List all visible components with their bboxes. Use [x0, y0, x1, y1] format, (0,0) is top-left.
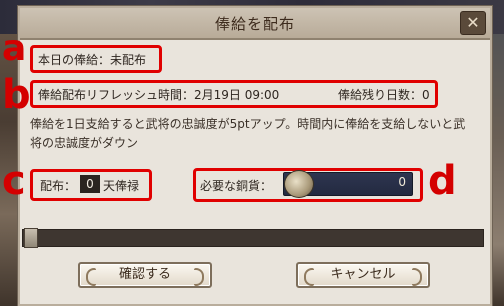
progress-track [22, 229, 484, 247]
coins-value: 0 [398, 175, 406, 189]
dialog-title: 俸給を配布 [214, 15, 295, 33]
today-label: 本日の俸給： [38, 53, 111, 67]
cancel-button[interactable]: キャンセル [296, 262, 430, 288]
confirm-button-label: 確認する [118, 267, 171, 282]
confirm-button[interactable]: 確認する [78, 262, 212, 288]
days-left-value: 0 [422, 88, 430, 102]
button-deco-left [86, 268, 96, 286]
today-status: 本日の俸給：未配布 [38, 51, 146, 68]
dialog-title-bar: 俸給を配布 ✕ [20, 8, 490, 40]
description-text: 俸給を1日支給すると武将の忠誠度が5ptアップ。時間内に俸給を支給しないと武将の… [30, 117, 466, 150]
progress-handle[interactable] [24, 228, 38, 248]
button-deco-left [304, 268, 314, 286]
cancel-button-label: キャンセル [330, 267, 396, 282]
button-deco-right [194, 268, 204, 286]
distribute-unit: 天俸禄 [103, 179, 140, 193]
refresh-time: 俸給配布リフレッシュ時間：2月19日 09:00 [38, 86, 279, 103]
distribute-label: 配布： [40, 179, 77, 193]
days-left-label: 俸給残り日数： [338, 88, 423, 102]
distribute-count-input[interactable]: 0 [80, 175, 100, 193]
refresh-time-label: 俸給配布リフレッシュ時間： [38, 88, 195, 102]
coins-label: 必要な銅貨： [200, 179, 273, 193]
refresh-time-value: 2月19日 09:00 [194, 88, 280, 102]
close-button[interactable]: ✕ [460, 11, 486, 35]
copper-coin-icon [284, 170, 314, 198]
days-left: 俸給残り日数：0 [338, 86, 430, 103]
today-value: 未配布 [110, 53, 147, 67]
button-deco-right [412, 268, 422, 286]
annotation-letter-b: b [2, 72, 31, 118]
annotation-letter-c: c [2, 158, 26, 204]
annotation-letter-a: a [2, 28, 27, 69]
annotation-letter-d: d [428, 158, 457, 204]
